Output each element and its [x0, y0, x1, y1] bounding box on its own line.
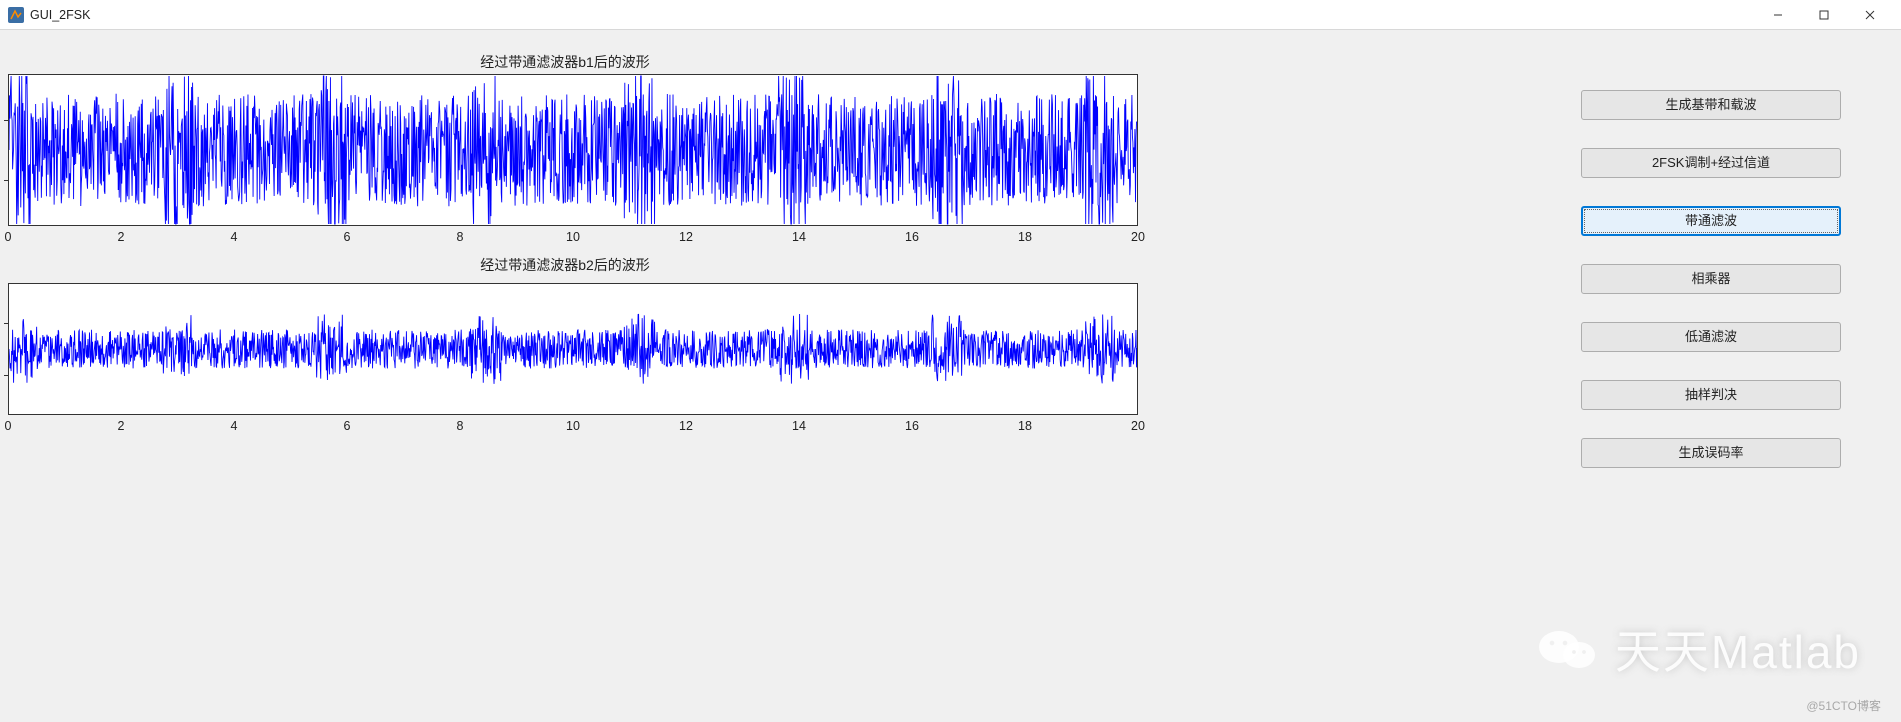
- xtick-label: 2: [118, 419, 125, 433]
- window-controls: [1755, 0, 1893, 30]
- axes1-title: 经过带通滤波器b1后的波形: [0, 52, 1130, 72]
- xtick-label: 8: [457, 230, 464, 244]
- xtick-label: 12: [679, 230, 693, 244]
- figure-panel: 经过带通滤波器b1后的波形 02468101214161820 经过带通滤波器b…: [0, 30, 1901, 722]
- xtick-label: 8: [457, 419, 464, 433]
- xtick-label: 10: [566, 419, 580, 433]
- xtick-label: 18: [1018, 419, 1032, 433]
- plot-area: 经过带通滤波器b1后的波形 02468101214161820 经过带通滤波器b…: [0, 30, 1521, 722]
- button-panel: 生成基带和载波 2FSK调制+经过信道 带通滤波 相乘器 低通滤波 抽样判决 生…: [1521, 30, 1901, 722]
- bandpass-filter-button[interactable]: 带通滤波: [1581, 206, 1841, 236]
- matlab-icon: [8, 7, 24, 23]
- titlebar: GUI_2FSK: [0, 0, 1901, 30]
- xtick-label: 6: [344, 419, 351, 433]
- xtick-label: 12: [679, 419, 693, 433]
- xtick-label: 18: [1018, 230, 1032, 244]
- xtick-label: 4: [231, 419, 238, 433]
- gen-baseband-button[interactable]: 生成基带和载波: [1581, 90, 1841, 120]
- xtick-label: 20: [1131, 230, 1145, 244]
- xtick-label: 14: [792, 419, 806, 433]
- lowpass-filter-button[interactable]: 低通滤波: [1581, 322, 1841, 352]
- xtick-label: 2: [118, 230, 125, 244]
- modulate-channel-button[interactable]: 2FSK调制+经过信道: [1581, 148, 1841, 178]
- xtick-label: 16: [905, 419, 919, 433]
- window-title: GUI_2FSK: [30, 8, 1755, 22]
- xtick-label: 0: [5, 419, 12, 433]
- multiplier-button[interactable]: 相乘器: [1581, 264, 1841, 294]
- xtick-label: 14: [792, 230, 806, 244]
- xtick-label: 6: [344, 230, 351, 244]
- gen-ber-button[interactable]: 生成误码率: [1581, 438, 1841, 468]
- xtick-label: 10: [566, 230, 580, 244]
- xtick-label: 20: [1131, 419, 1145, 433]
- axes2: [8, 283, 1138, 415]
- axes2-title: 经过带通滤波器b2后的波形: [0, 255, 1130, 275]
- sample-decide-button[interactable]: 抽样判决: [1581, 380, 1841, 410]
- xtick-label: 16: [905, 230, 919, 244]
- xtick-label: 4: [231, 230, 238, 244]
- minimize-button[interactable]: [1755, 0, 1801, 30]
- close-button[interactable]: [1847, 0, 1893, 30]
- xtick-label: 0: [5, 230, 12, 244]
- maximize-button[interactable]: [1801, 0, 1847, 30]
- axes1: [8, 74, 1138, 226]
